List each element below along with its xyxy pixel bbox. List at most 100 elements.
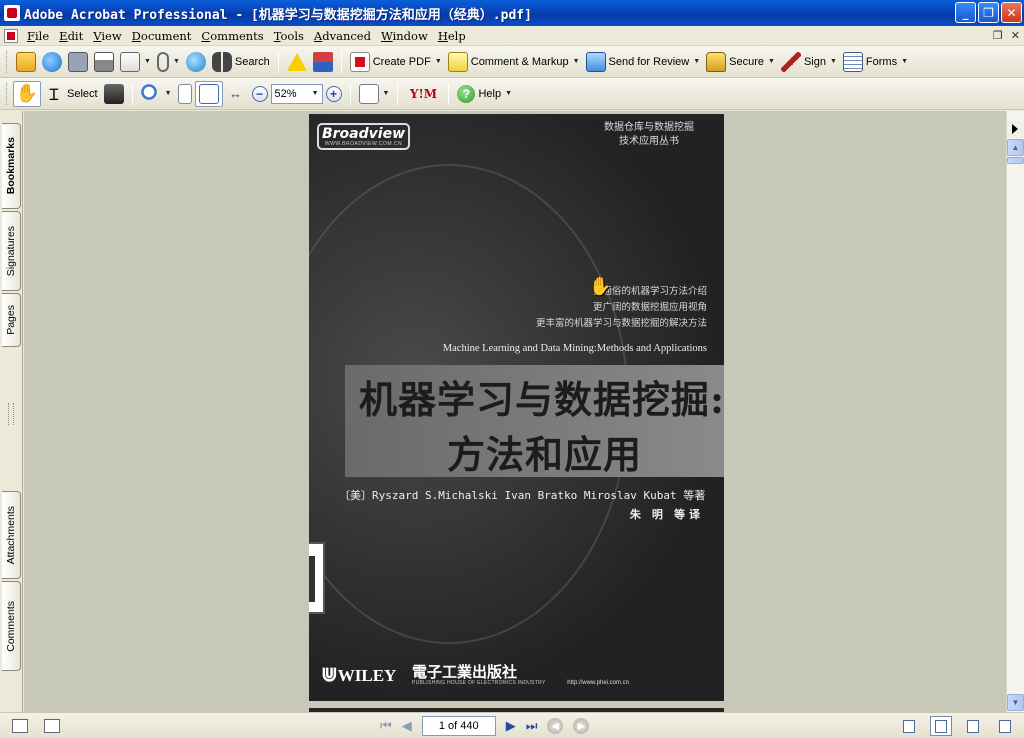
tab-attachments[interactable]: Attachments <box>2 491 21 579</box>
menu-help[interactable]: Help <box>433 29 471 43</box>
pdf-page[interactable]: Broadview WWW.BROADVIEW.COM.CN 数据仓库与数据挖掘… <box>309 114 724 701</box>
first-page-icon[interactable]: ⏮ <box>380 718 392 734</box>
sign-button[interactable]: Sign ▼ <box>778 49 840 75</box>
actual-size-button[interactable] <box>175 81 195 107</box>
search-button[interactable]: Search <box>209 49 273 75</box>
tab-comments[interactable]: Comments <box>2 581 21 671</box>
organizer-button[interactable] <box>39 49 65 75</box>
lock-icon <box>706 51 727 72</box>
document-icon[interactable] <box>4 28 18 43</box>
create-pdf-button[interactable]: Create PDF ▼ <box>347 49 445 75</box>
chevron-down-icon[interactable]: ▼ <box>312 90 319 97</box>
vertical-scrollbar[interactable]: ▲ ▼ <box>1006 111 1024 712</box>
scroll-thumb[interactable] <box>1007 157 1024 164</box>
zoom-value: 52% <box>274 87 297 100</box>
help-button[interactable]: ? Help ▼ <box>454 81 515 107</box>
chevron-down-icon: ▼ <box>505 90 513 97</box>
comment-markup-label: Comment & Markup <box>470 55 569 68</box>
menu-file[interactable]: File <box>22 29 54 43</box>
zoom-level-field[interactable]: 52% ▼ <box>270 83 323 104</box>
secure-button[interactable]: Secure ▼ <box>703 49 778 75</box>
doc-restore-button[interactable]: ❐ <box>993 29 1003 42</box>
chevron-down-icon: ▼ <box>382 90 390 97</box>
tab-signatures[interactable]: Signatures <box>2 211 21 291</box>
menu-advanced[interactable]: Advanced <box>309 29 376 43</box>
comment-markup-button[interactable]: Comment & Markup ▼ <box>445 49 583 75</box>
continuous-layout-button[interactable] <box>930 716 952 736</box>
continuous-facing-layout-button[interactable] <box>994 716 1016 736</box>
send-review-button[interactable]: Send for Review ▼ <box>583 49 704 75</box>
attach-button[interactable]: ▼ <box>154 49 183 75</box>
document-properties-icon[interactable] <box>44 719 60 733</box>
document-area[interactable]: Broadview WWW.BROADVIEW.COM.CN 数据仓库与数据挖掘… <box>24 111 1006 712</box>
secure-label: Secure <box>729 55 765 68</box>
pane-splitter[interactable] <box>8 403 14 425</box>
zoom-tool-button[interactable]: ▼ <box>138 81 175 107</box>
previous-view-icon[interactable]: ◀ <box>547 718 564 734</box>
brand-name: Broadview <box>321 125 405 142</box>
doc-close-button[interactable]: ✕ <box>1011 29 1020 42</box>
print-button[interactable] <box>91 49 117 75</box>
color-chart-icon <box>312 51 333 72</box>
next-view-icon[interactable]: ▶ <box>573 718 590 734</box>
menu-edit[interactable]: Edit <box>54 29 88 43</box>
open-button[interactable] <box>13 49 39 75</box>
toolbar-separator <box>340 50 342 73</box>
forms-button[interactable]: Forms ▼ <box>840 49 911 75</box>
single-page-layout-button[interactable] <box>898 716 920 736</box>
split-arrow-icon[interactable] <box>1007 121 1024 137</box>
chevron-down-icon: ▼ <box>768 58 775 65</box>
zoom-in-icon <box>140 83 161 104</box>
tab-attachments-label: Attachments <box>5 505 17 565</box>
fit-page-button[interactable] <box>194 80 223 107</box>
close-button[interactable]: ✕ <box>1001 2 1022 23</box>
chevron-down-icon: ▼ <box>164 90 172 97</box>
rotate-view-button[interactable]: ▼ <box>356 81 393 107</box>
tab-signatures-label: Signatures <box>5 225 17 277</box>
toolbar-grip[interactable] <box>6 82 9 105</box>
preflight-button[interactable] <box>284 49 310 75</box>
last-page-icon[interactable]: ⏭ <box>526 718 538 734</box>
snapshot-button[interactable] <box>101 81 127 107</box>
hand-tool-button[interactable]: ✋ <box>13 80 41 107</box>
email-button[interactable]: ▼ <box>117 49 154 75</box>
page-number-field[interactable]: 1 of 440 <box>421 716 496 736</box>
send-review-icon <box>585 51 606 72</box>
fit-width-button[interactable]: ↔ <box>223 81 249 107</box>
menu-window[interactable]: Window <box>376 29 433 43</box>
scroll-down-button[interactable]: ▼ <box>1007 694 1024 711</box>
zoom-out-button[interactable]: − <box>249 81 271 107</box>
menu-document[interactable]: Document <box>127 29 197 43</box>
menu-comments[interactable]: Comments <box>196 29 268 43</box>
page-view-icon[interactable] <box>12 719 28 733</box>
restore-button[interactable]: ❐ <box>978 2 999 23</box>
save-button[interactable] <box>65 49 91 75</box>
menu-tools[interactable]: Tools <box>269 29 309 43</box>
scroll-up-button[interactable]: ▲ <box>1007 139 1024 156</box>
tagline-1: 更通俗的机器学习方法介绍 <box>592 286 707 297</box>
pen-icon <box>780 51 801 72</box>
previous-page-icon[interactable]: ◀ <box>402 718 412 734</box>
color-button[interactable] <box>310 49 336 75</box>
acrobat-app-icon[interactable] <box>4 5 20 21</box>
menu-view[interactable]: View <box>88 29 126 43</box>
yahoo-button[interactable]: Y!M <box>403 81 443 107</box>
web-button[interactable] <box>183 49 209 75</box>
zoom-in-button[interactable]: + <box>323 81 345 107</box>
tab-pages-label: Pages <box>5 305 17 335</box>
tab-bookmarks[interactable]: Bookmarks <box>2 123 21 209</box>
next-page-icon[interactable]: ▶ <box>506 718 516 734</box>
wiley-text: WILEY <box>337 666 397 685</box>
tab-pages[interactable]: Pages <box>2 293 21 347</box>
main-toolbar: ▼ ▼ Search Create PDF ▼ Comment & Markup ▼… <box>0 46 1024 78</box>
facing-layout-button[interactable] <box>962 716 984 736</box>
window-controls: _ ❐ ✕ <box>955 2 1022 23</box>
select-tool-button[interactable]: Ɪ Select <box>41 81 101 107</box>
minimize-button[interactable]: _ <box>955 2 976 23</box>
text-cursor-icon: Ɪ <box>49 86 59 104</box>
broadview-logo: Broadview WWW.BROADVIEW.COM.CN <box>317 123 410 150</box>
phei-logo: 電子工業出版社 <box>412 663 518 681</box>
window-title: Adobe Acrobat Professional - [机器学习与数据挖掘方… <box>24 7 532 23</box>
toolbar-grip[interactable] <box>6 50 9 73</box>
document-window-controls: ❐ ✕ <box>993 29 1020 42</box>
